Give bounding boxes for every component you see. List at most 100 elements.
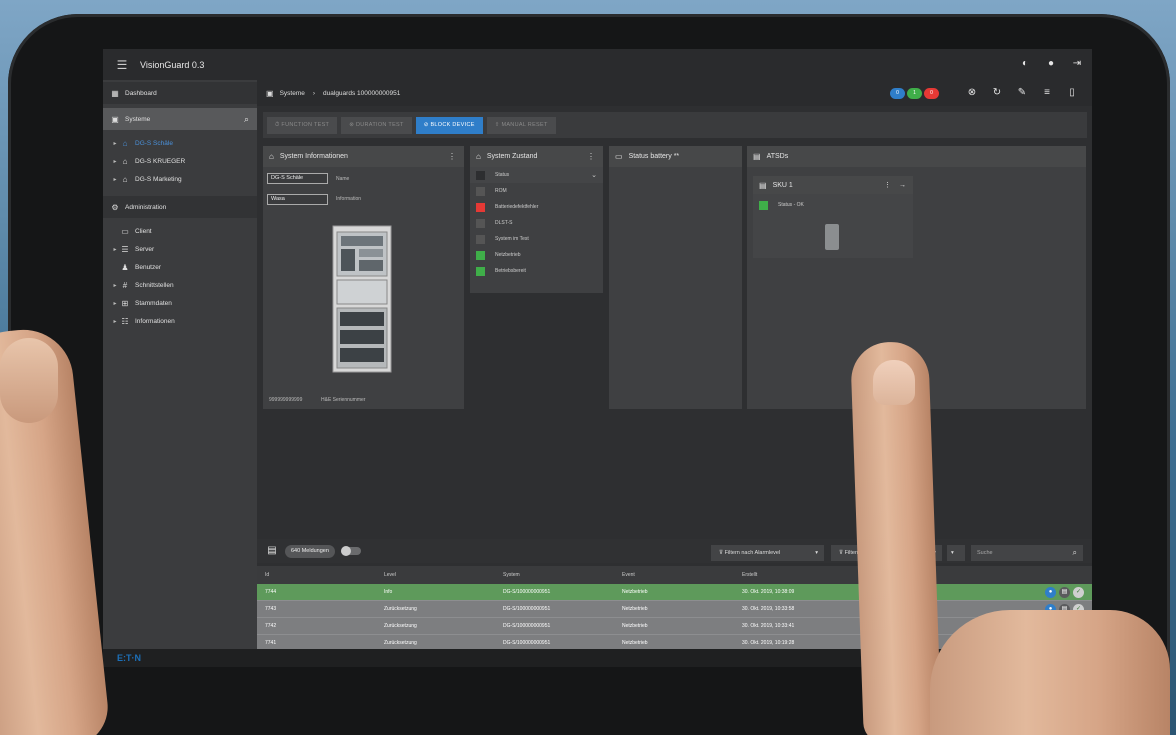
function-test-button[interactable]: ⏱ FUNCTION TEST xyxy=(267,116,338,134)
error-count-badge[interactable]: 0 xyxy=(924,88,939,99)
card-header: ⌂ System Informationen ⋮ xyxy=(263,146,464,167)
sidebar-item-interfaces[interactable]: ▸ # Schnittstellen xyxy=(103,276,257,294)
search-icon[interactable]: ⌕ xyxy=(1073,545,1077,561)
status-dropdown[interactable]: Status ⌄ xyxy=(470,167,603,183)
filter-label: Filtern nach Alarmlevel xyxy=(724,550,781,556)
hamburger-menu-icon[interactable]: ☰ xyxy=(110,58,134,72)
state-label: Netzbetrieb xyxy=(495,252,521,258)
expand-arrow-icon[interactable]: ▸ xyxy=(111,176,119,183)
sidebar-item-users[interactable]: ♟ Benutzer xyxy=(103,258,257,276)
notifications-toggle[interactable] xyxy=(340,546,361,556)
state-indicator xyxy=(476,202,485,212)
alarm-level-filter[interactable]: ⊽ Filtern nach Alarmlevel ▾ xyxy=(711,545,824,561)
logout-icon[interactable]: ⇥ xyxy=(1070,57,1084,71)
sidebar-item-client[interactable]: ▭ Client xyxy=(103,222,257,240)
more-vert-icon[interactable]: ⋮ xyxy=(884,181,891,189)
view-icon[interactable]: ● xyxy=(1045,587,1056,598)
comment-icon[interactable]: ▤ xyxy=(1059,587,1070,598)
acknowledge-icon[interactable]: ✓ xyxy=(1073,587,1084,598)
sidebar-item-dashboard[interactable]: ▦ Dashboard xyxy=(103,82,257,104)
table-row[interactable]: 7743 Zurücksetzung DG-S/100000000951 Netzbe… xyxy=(257,601,1092,618)
info-count-badge[interactable]: 0 xyxy=(890,88,905,99)
account-icon[interactable]: ● xyxy=(1044,57,1058,71)
table-row[interactable]: 7744 Info DG-S/100000000951 Netzbetrieb 30. … xyxy=(257,584,1092,601)
sidebar-item-systems[interactable]: ▣ Systeme ⌕ xyxy=(103,108,257,130)
state-indicator xyxy=(476,266,485,276)
theme-contrast-icon[interactable]: ◐ xyxy=(1018,57,1032,71)
server-icon: ☰ xyxy=(121,244,129,254)
atsd-item-header: ▤ SKU 1 ⋮ → xyxy=(753,176,913,194)
state-indicator xyxy=(476,250,485,260)
atsd-item-title: SKU 1 xyxy=(772,181,793,189)
sidebar-item-label: Administration xyxy=(125,203,167,211)
button-label: FUNCTION TEST xyxy=(281,121,330,128)
sidebar-item-administration[interactable]: ⚙ Administration xyxy=(103,196,257,218)
expand-arrow-icon[interactable]: ▸ xyxy=(111,300,119,307)
cancel-circle-icon[interactable]: ⊗ xyxy=(965,86,979,100)
column-header-id[interactable]: Id xyxy=(265,566,269,584)
button-label: MANUAL RESET xyxy=(501,121,548,128)
state-label: DLST-S xyxy=(495,220,513,226)
expand-arrow-icon[interactable]: ▸ xyxy=(111,140,119,147)
notes-icon[interactable]: ≡ xyxy=(1040,86,1054,100)
refresh-icon[interactable]: ↻ xyxy=(990,86,1004,100)
card-header: ▭ Status battery ** xyxy=(609,146,742,167)
expand-arrow-icon[interactable]: ▸ xyxy=(111,318,119,325)
row-actions: ●▤✓ xyxy=(1045,587,1084,598)
dashboard-icon: ▦ xyxy=(111,88,119,98)
breadcrumb-root[interactable]: Systeme xyxy=(280,90,305,97)
edit-icon[interactable]: ✎ xyxy=(1015,86,1029,100)
expand-arrow-icon[interactable]: ▸ xyxy=(111,246,119,253)
sidebar-item-label: Schnittstellen xyxy=(135,281,174,289)
battery-icon: ▭ xyxy=(615,152,623,161)
information-field[interactable]: Wasa xyxy=(267,194,328,205)
status-counters: 0 1 0 xyxy=(890,88,939,99)
hierarchy-icon: ⊞ xyxy=(121,298,129,308)
action-toolbar: ⏱ FUNCTION TEST ⊗ DURATION TEST ⊘ BLOCK … xyxy=(263,112,1087,138)
block-device-button[interactable]: ⊘ BLOCK DEVICE xyxy=(415,116,483,134)
system-state-card: ⌂ System Zustand ⋮ Status ⌄ ROM Batterie… xyxy=(470,146,603,293)
sidebar-item-label: DG-S Marketing xyxy=(135,175,182,183)
column-header-event[interactable]: Event xyxy=(622,566,635,584)
state-indicator xyxy=(476,234,485,244)
ok-count-badge[interactable]: 1 xyxy=(907,88,922,99)
search-input[interactable]: Suche ⌕ xyxy=(971,545,1083,561)
sidebar-item-server[interactable]: ▸ ☰ Server xyxy=(103,240,257,258)
name-field[interactable]: DG-S Schäle xyxy=(267,173,328,184)
sidebar-item-system-2[interactable]: ▸ ⌂ DG-S KRUEGER xyxy=(103,152,257,170)
sidebar-item-information[interactable]: ▸ ☷ Informationen xyxy=(103,312,257,330)
sidebar-item-label: Stammdaten xyxy=(135,299,172,307)
atsd-item-card[interactable]: ▤ SKU 1 ⋮ → Status - OK xyxy=(753,176,913,258)
sidebar-item-label: Server xyxy=(135,245,155,253)
building-icon: ⌂ xyxy=(122,174,128,184)
search-placeholder: Suche xyxy=(977,550,993,556)
monitor-icon: ▭ xyxy=(121,226,129,236)
info-list-icon: ☷ xyxy=(121,316,129,326)
more-vert-icon[interactable]: ⋮ xyxy=(448,152,456,161)
column-header-created[interactable]: Erstellt xyxy=(742,566,757,584)
column-header-level[interactable]: Level xyxy=(384,566,396,584)
breadcrumb-current: dualguards 100000000951 xyxy=(323,89,401,97)
grid-icon: # xyxy=(122,280,128,290)
sidebar-item-system-3[interactable]: ▸ ⌂ DG-S Marketing xyxy=(103,170,257,188)
brand-logo: E:T·N xyxy=(103,649,257,667)
sidebar-item-system-1[interactable]: ▸ ⌂ DG-S Schäle xyxy=(103,134,257,152)
serial-label: H&E Seriennummer xyxy=(321,397,366,403)
sidebar-item-master-data[interactable]: ▸ ⊞ Stammdaten xyxy=(103,294,257,312)
device-icon[interactable]: ▯ xyxy=(1065,86,1079,100)
duration-test-button[interactable]: ⊗ DURATION TEST xyxy=(341,116,412,134)
manual-reset-button[interactable]: ⇧ MANUAL RESET xyxy=(486,116,556,134)
notification-count[interactable]: 640 Meldungen xyxy=(285,544,335,558)
search-icon[interactable]: ⌕ xyxy=(244,114,249,125)
extra-filter-dropdown[interactable]: ▾ xyxy=(947,545,965,561)
left-thumb xyxy=(0,338,58,423)
more-vert-icon[interactable]: ⋮ xyxy=(587,152,595,161)
expand-arrow-icon[interactable]: ▸ xyxy=(111,158,119,165)
card-title: System Informationen xyxy=(279,153,348,160)
dropdown-arrow-icon: ▾ xyxy=(815,550,818,556)
card-header: ⌂ System Zustand ⋮ xyxy=(470,146,603,167)
arrow-right-icon[interactable]: → xyxy=(899,182,906,189)
column-header-system[interactable]: System xyxy=(503,566,520,584)
expand-arrow-icon[interactable]: ▸ xyxy=(111,282,119,289)
chevron-down-icon[interactable]: ⌄ xyxy=(591,171,597,179)
